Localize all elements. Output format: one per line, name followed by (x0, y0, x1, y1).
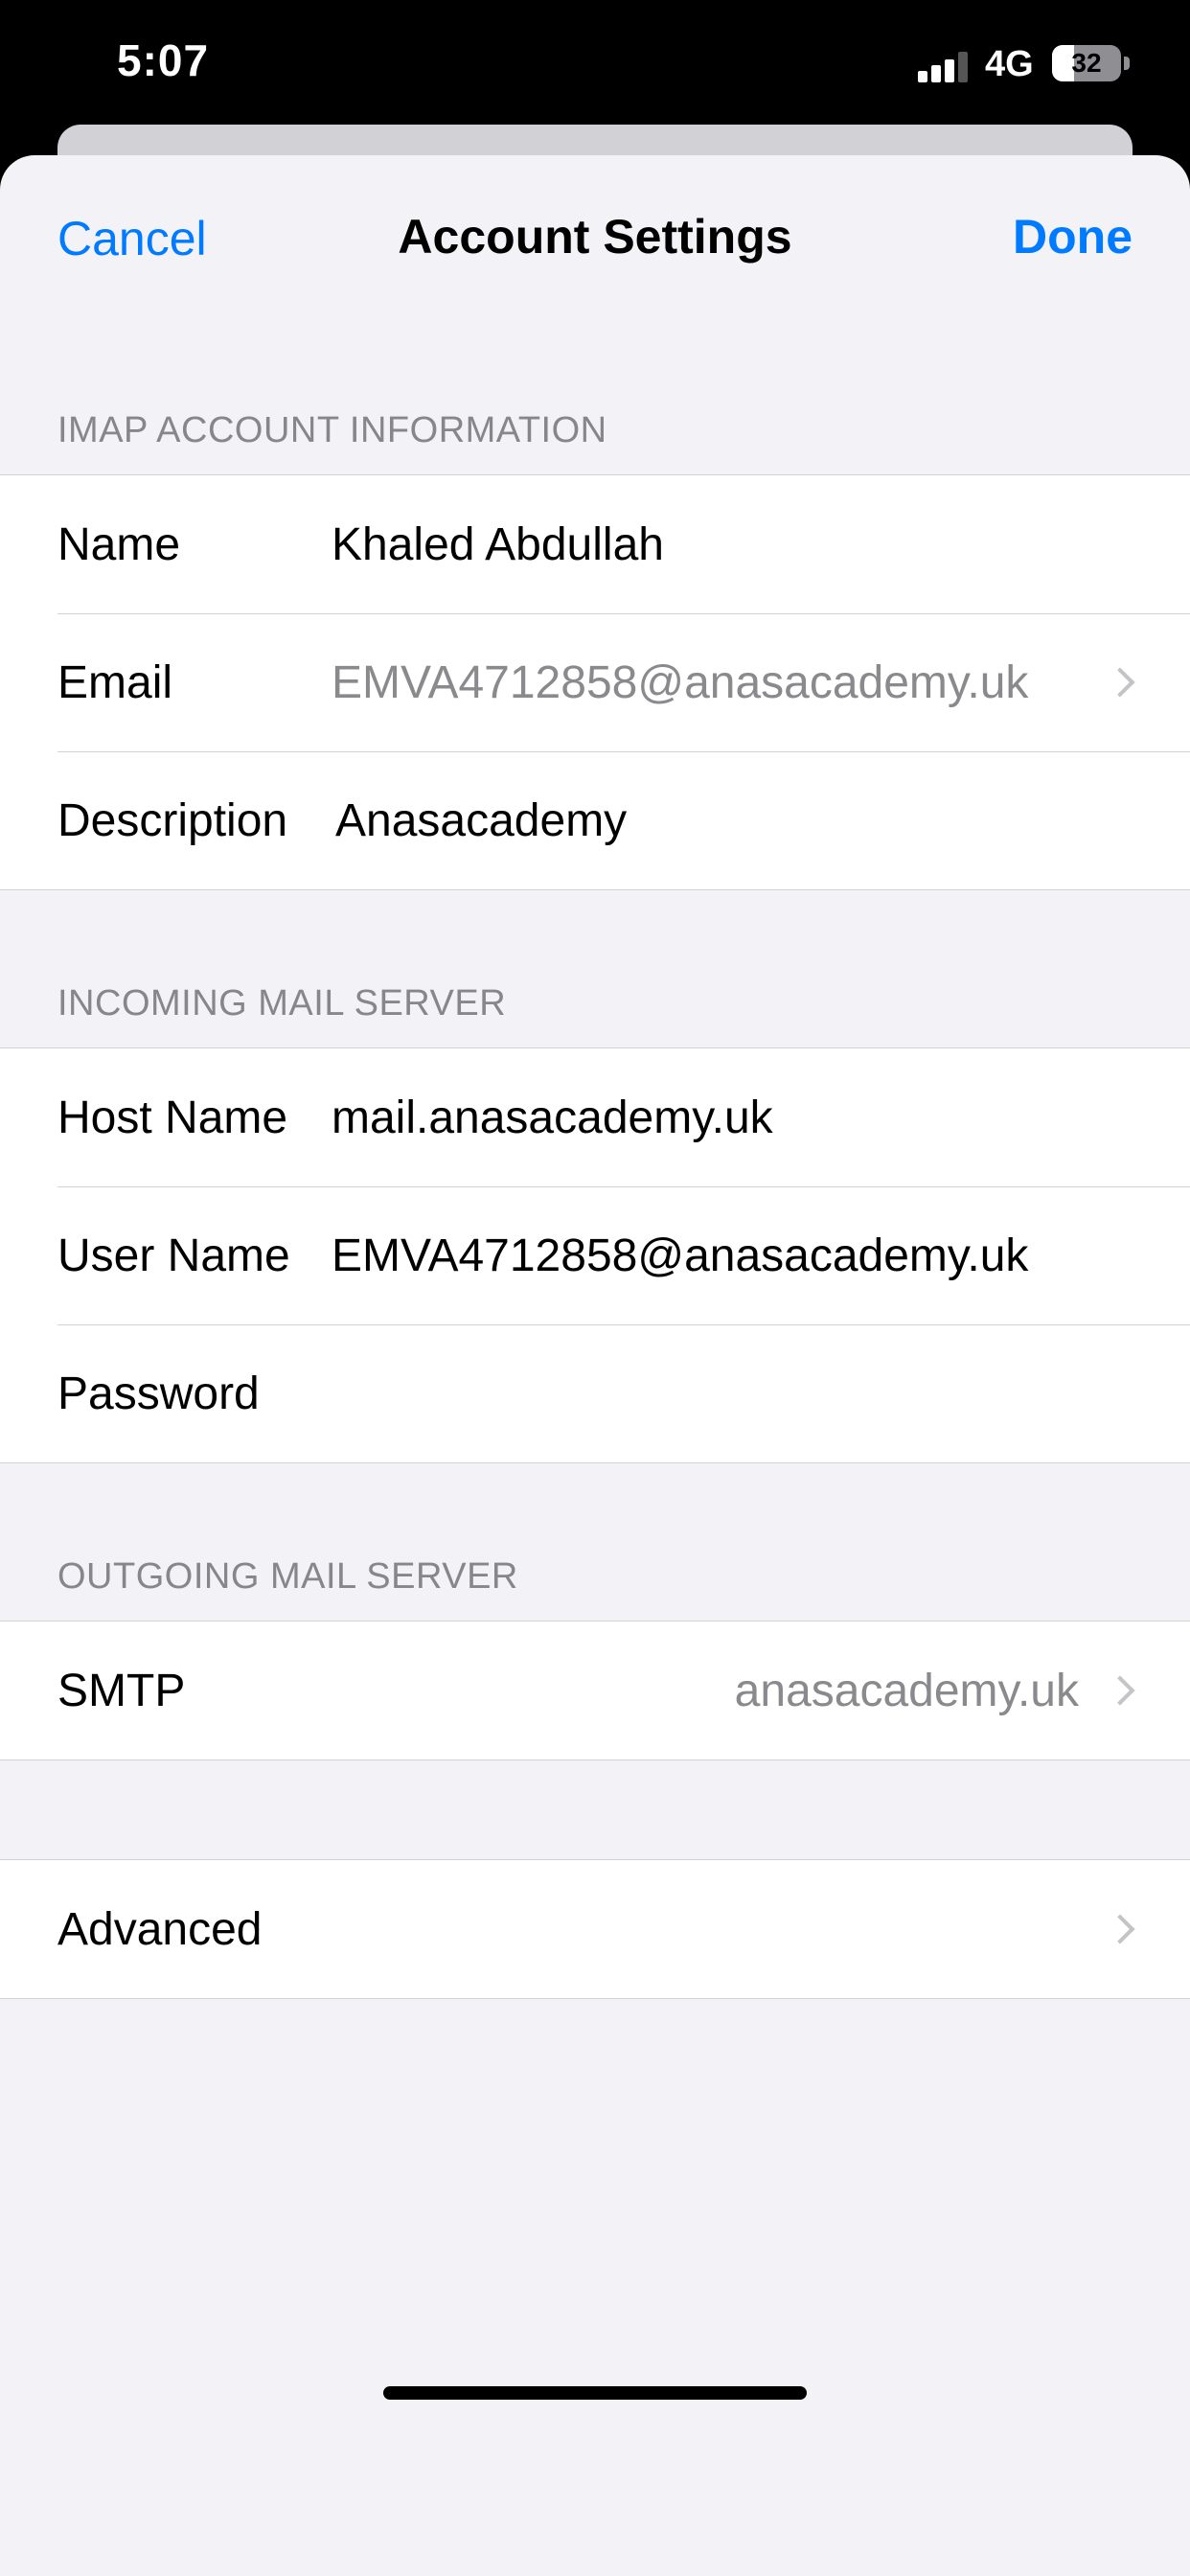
password-label: Password (57, 1368, 260, 1419)
navigation-bar: Account Settings Cancel Done (0, 155, 1190, 318)
smtp-row[interactable]: SMTP anasacademy.uk (0, 1622, 1190, 1760)
email-row[interactable]: Email EMVA4712858@anasacademy.uk (0, 613, 1190, 751)
user-name-field[interactable]: EMVA4712858@anasacademy.uk (332, 1230, 1028, 1282)
imap-account-group: Name Khaled Abdullah Email EMVA4712858@a… (0, 474, 1190, 890)
advanced-row[interactable]: Advanced (0, 1860, 1190, 1998)
email-label: Email (57, 656, 173, 708)
imap-section-header: IMAP ACCOUNT INFORMATION (57, 410, 607, 450)
smtp-value: anasacademy.uk (734, 1665, 1079, 1716)
status-bar: 5:07 4G 32 (0, 0, 1190, 134)
host-name-label: Host Name (57, 1092, 288, 1143)
name-row[interactable]: Name Khaled Abdullah (0, 475, 1190, 613)
outgoing-section-header: OUTGOING MAIL SERVER (57, 1556, 518, 1597)
home-indicator (383, 2386, 807, 2400)
host-name-row[interactable]: Host Name mail.anasacademy.uk (0, 1048, 1190, 1186)
host-name-field[interactable]: mail.anasacademy.uk (332, 1092, 773, 1144)
battery-level: 32 (1071, 48, 1102, 78)
cancel-button[interactable]: Cancel (57, 211, 207, 266)
description-label: Description (57, 794, 288, 846)
advanced-group: Advanced (0, 1859, 1190, 1999)
name-field[interactable]: Khaled Abdullah (332, 518, 664, 571)
status-time: 5:07 (117, 35, 210, 85)
battery-icon: 32 (1052, 45, 1121, 81)
chevron-right-icon (1105, 1914, 1135, 1944)
chevron-right-icon (1105, 1675, 1135, 1706)
smtp-label: SMTP (57, 1665, 186, 1716)
done-button[interactable]: Done (1013, 209, 1133, 264)
outgoing-server-group: SMTP anasacademy.uk (0, 1621, 1190, 1760)
cellular-signal-icon (918, 52, 968, 82)
battery-cap (1124, 57, 1130, 70)
name-label: Name (57, 518, 181, 570)
incoming-section-header: INCOMING MAIL SERVER (57, 983, 507, 1024)
password-row[interactable]: Password (0, 1324, 1190, 1462)
email-value: EMVA4712858@anasacademy.uk (332, 656, 1029, 708)
chevron-right-icon (1105, 667, 1135, 698)
account-settings-sheet: Account Settings Cancel Done IMAP ACCOUN… (0, 155, 1190, 2576)
network-type: 4G (985, 44, 1034, 84)
description-row[interactable]: Description Anasacademy (0, 751, 1190, 889)
description-field[interactable]: Anasacademy (335, 794, 627, 847)
advanced-label: Advanced (57, 1903, 263, 1955)
user-name-label: User Name (57, 1230, 290, 1281)
incoming-server-group: Host Name mail.anasacademy.uk User Name … (0, 1047, 1190, 1463)
user-name-row[interactable]: User Name EMVA4712858@anasacademy.uk (0, 1186, 1190, 1324)
